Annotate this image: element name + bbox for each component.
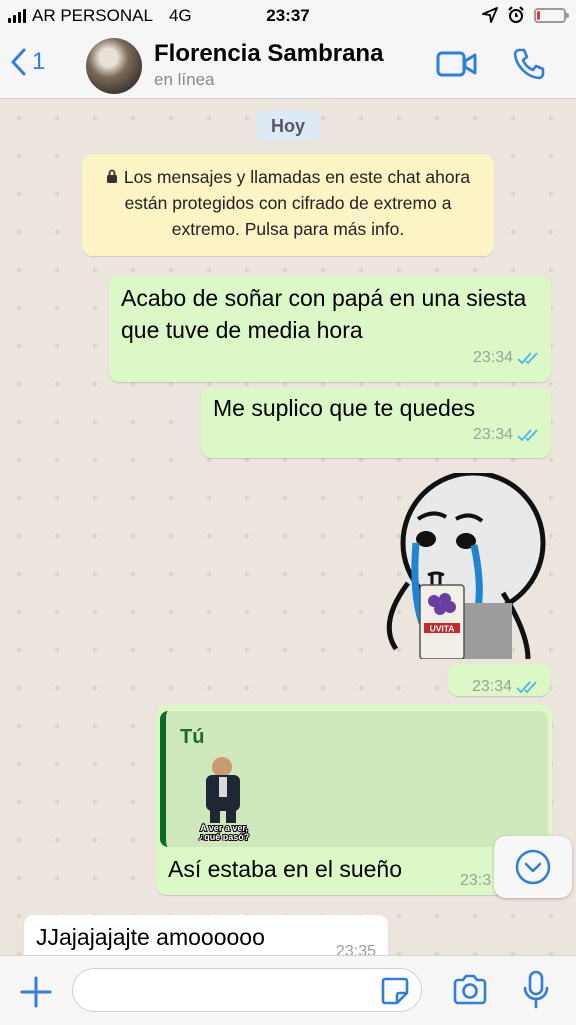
contact-status: en línea xyxy=(154,70,215,89)
contact-name[interactable]: Florencia Sambrana xyxy=(154,40,383,68)
sticker-label: UVITA xyxy=(430,624,455,634)
message-text: Así estaba en el sueño xyxy=(168,856,402,882)
read-receipt-icon xyxy=(516,681,537,694)
message-input[interactable] xyxy=(72,968,422,1012)
sticker-icon[interactable] xyxy=(380,976,410,1006)
quoted-message[interactable]: Tú A ver a ver, ¿qué pasó? xyxy=(160,711,548,847)
crying-sticker[interactable]: UVITA xyxy=(378,473,548,659)
unread-count: 1 xyxy=(32,48,46,75)
quote-author: Tú xyxy=(180,726,205,748)
message-time: 23:3 xyxy=(460,872,492,889)
message-text: Acabo de soñar con papá en una siesta qu… xyxy=(121,285,527,343)
status-bar: AR PERSONAL 4G 23:37 xyxy=(0,0,576,32)
battery-level xyxy=(537,10,541,20)
camera-icon[interactable] xyxy=(452,974,488,1006)
quote-caption-line2: ¿qué pasó? xyxy=(199,832,250,841)
read-receipt-icon xyxy=(517,429,538,442)
back-chevron-icon xyxy=(11,48,26,76)
location-arrow-icon xyxy=(482,7,498,23)
message-text: Me suplico que te quedes xyxy=(213,395,476,421)
message-time: 23:34 xyxy=(472,426,513,443)
outgoing-message[interactable]: Acabo de soñar con papá en una siesta qu… xyxy=(109,276,551,382)
encryption-notice[interactable]: Los mensajes y llamadas en este chat aho… xyxy=(82,154,494,256)
message-time: 23:34 xyxy=(471,678,512,695)
message-meta: 23:34 xyxy=(473,419,541,451)
message-meta: 23:34 xyxy=(473,342,541,374)
message-text: JJajajajajte amoooooo xyxy=(36,924,265,950)
message-time: 23:34 xyxy=(472,349,513,366)
chevron-down-icon xyxy=(515,849,551,885)
encryption-notice-text: Los mensajes y llamadas en este chat aho… xyxy=(123,167,471,239)
video-call-icon[interactable] xyxy=(436,50,478,78)
scroll-to-bottom-button[interactable] xyxy=(494,836,572,898)
outgoing-reply-message[interactable]: Tú A ver a ver, ¿qué pasó? Así estaba en… xyxy=(156,705,552,895)
message-meta: 23:34 xyxy=(472,671,540,703)
message-meta: 23:3 xyxy=(460,865,491,897)
lock-icon xyxy=(106,169,117,183)
alarm-icon xyxy=(508,6,524,23)
chat-area[interactable]: Hoy Los mensajes y llamadas en este chat… xyxy=(0,99,576,955)
back-button[interactable]: 1 xyxy=(10,48,45,76)
quoted-sticker-thumbnail: A ver a ver, ¿qué pasó? xyxy=(198,757,250,841)
avatar[interactable] xyxy=(86,38,142,94)
read-receipt-icon xyxy=(517,352,538,365)
outgoing-message[interactable]: Me suplico que te quedes 23:34 xyxy=(201,388,551,458)
battery-icon xyxy=(534,7,569,23)
plus-icon[interactable] xyxy=(20,976,52,1008)
date-separator: Hoy xyxy=(255,111,321,141)
input-bar xyxy=(0,955,576,1025)
status-right xyxy=(482,6,569,24)
sticker-meta: 23:34 xyxy=(448,664,550,696)
phone-call-icon[interactable] xyxy=(512,47,546,81)
incoming-message[interactable]: JJajajajajte amoooooo 23:35 xyxy=(24,915,388,955)
message-meta: 23:35 xyxy=(336,936,376,955)
microphone-icon[interactable] xyxy=(522,970,550,1010)
message-time: 23:35 xyxy=(335,943,376,955)
chat-header: 1 Florencia Sambrana en línea xyxy=(0,32,576,99)
